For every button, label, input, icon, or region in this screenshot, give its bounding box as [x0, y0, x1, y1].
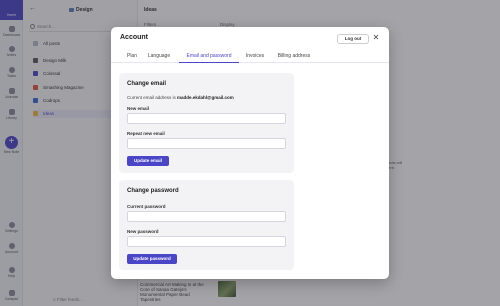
- change-email-title: Change email: [127, 81, 167, 87]
- update-email-button[interactable]: Update email: [127, 156, 169, 166]
- modal-title: Account: [120, 34, 148, 41]
- logout-button[interactable]: Log out: [337, 34, 369, 44]
- change-password-title: Change password: [127, 188, 179, 194]
- change-password-panel: Change password Current password New pas…: [119, 180, 294, 270]
- tab-invoices[interactable]: Invoices: [243, 52, 267, 63]
- tab-billing-address[interactable]: Billing address: [274, 52, 314, 63]
- current-email-value: madde.ekdahl@gmail.com: [177, 95, 234, 100]
- repeat-email-field[interactable]: [127, 138, 286, 149]
- new-email-field[interactable]: [127, 113, 286, 124]
- current-password-label: Current password: [127, 204, 166, 209]
- repeat-email-label: Repeat new email: [127, 131, 165, 136]
- current-email-note: Current email address is madde.ekdahl@gm…: [127, 95, 234, 100]
- tab-plan[interactable]: Plan: [125, 52, 139, 63]
- new-email-label: New email: [127, 106, 150, 111]
- tab-language[interactable]: Language: [146, 52, 172, 63]
- tab-email-and-password[interactable]: Email and password: [179, 52, 239, 63]
- new-password-field[interactable]: [127, 236, 286, 247]
- update-password-button[interactable]: Update password: [127, 254, 177, 264]
- account-modal: Account Log out ✕ Plan Language Email an…: [111, 27, 389, 279]
- current-password-field[interactable]: [127, 211, 286, 222]
- change-email-panel: Change email Current email address is ma…: [119, 73, 294, 173]
- close-icon[interactable]: ✕: [372, 33, 380, 43]
- new-password-label: New password: [127, 229, 159, 234]
- account-tabs: Plan Language Email and password Invoice…: [111, 52, 389, 63]
